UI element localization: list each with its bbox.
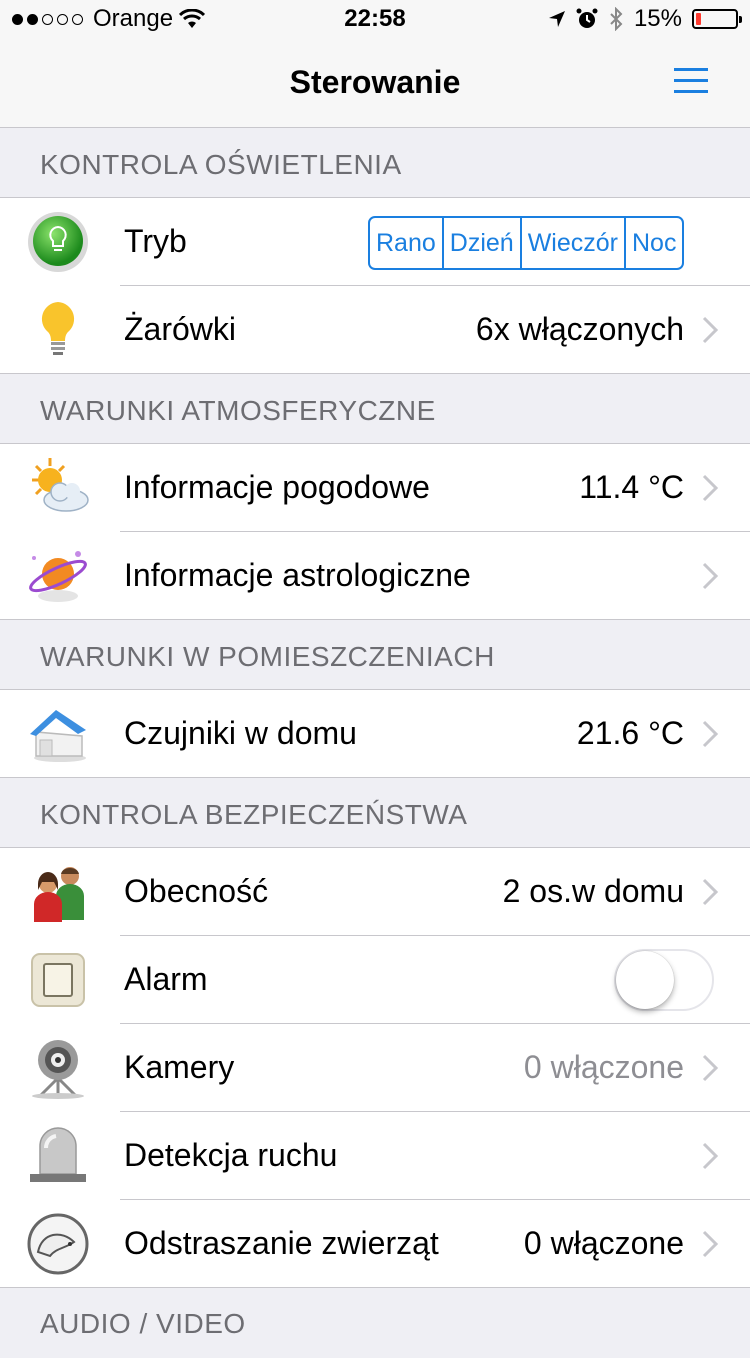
page-title: Sterowanie (289, 64, 461, 100)
row-mode: Tryb Rano Dzień Wieczór Noc (0, 198, 750, 286)
row-bulbs[interactable]: Żarówki 6x włączonych (0, 286, 750, 374)
row-label: Detekcja ruchu (124, 1137, 338, 1173)
chevron-right-icon (702, 720, 719, 748)
row-label: Informacje pogodowe (124, 469, 430, 505)
row-label: Obecność (124, 873, 269, 909)
planet-icon (29, 551, 87, 602)
row-label: Żarówki (124, 311, 237, 347)
row-value: 0 włączone (523, 1225, 684, 1261)
chevron-right-icon (702, 1054, 719, 1082)
section-title: WARUNKI W POMIESZCZENIACH (40, 641, 495, 672)
mode-option-dzien[interactable]: Dzień (441, 218, 520, 268)
house-icon (30, 710, 86, 762)
navigation-bar: Sterowanie (0, 40, 750, 128)
sun-cloud-icon (32, 458, 89, 512)
hamburger-icon (674, 68, 708, 71)
battery-percent: 15% (633, 5, 682, 32)
row-weather-info[interactable]: Informacje pogodowe 11.4 °C (0, 444, 750, 532)
chevron-right-icon (702, 562, 719, 590)
row-motion[interactable]: Detekcja ruchu (0, 1112, 750, 1200)
section-title: KONTROLA OŚWIETLENIA (40, 149, 402, 180)
section-header-security: KONTROLA BEZPIECZEŃSTWA (0, 778, 750, 848)
row-presence[interactable]: Obecność 2 os.w domu (0, 848, 750, 936)
section-header-lighting: KONTROLA OŚWIETLENIA (0, 128, 750, 198)
row-animals[interactable]: Odstraszanie zwierząt 0 włączone (0, 1200, 750, 1288)
row-label: Tryb (124, 223, 187, 259)
row-label: Odstraszanie zwierząt (124, 1225, 439, 1261)
lightbulb-yellow-icon (41, 302, 75, 355)
location-arrow-icon (548, 11, 565, 27)
row-value: 2 os.w domu (502, 873, 684, 909)
mode-option-rano[interactable]: Rano (370, 218, 442, 268)
row-value: 6x włączonych (475, 311, 684, 347)
mode-option-noc[interactable]: Noc (623, 218, 682, 268)
section-title: WARUNKI ATMOSFERYCZNE (40, 395, 436, 426)
mode-segmented-control[interactable]: Rano Dzień Wieczór Noc (368, 216, 685, 270)
status-right: 15% (548, 5, 742, 33)
toggle-knob (616, 951, 674, 1009)
wall-switch-icon (31, 953, 85, 1007)
row-value: 21.6 °C (576, 715, 684, 751)
row-cameras[interactable]: Kamery 0 włączone (0, 1024, 750, 1112)
row-label: Informacje astrologiczne (124, 557, 471, 593)
webcam-icon (32, 1040, 84, 1099)
section-title: AUDIO / VIDEO (40, 1308, 246, 1339)
bluetooth-icon (610, 7, 623, 31)
battery-icon (692, 9, 742, 29)
row-astro-info[interactable]: Informacje astrologiczne (0, 532, 750, 620)
section-title: KONTROLA BEZPIECZEŃSTWA (40, 799, 468, 830)
menu-button[interactable] (674, 68, 708, 94)
people-icon (34, 867, 84, 922)
row-value: 0 włączone (523, 1049, 684, 1085)
row-label: Czujniki w domu (124, 715, 357, 751)
row-value: 11.4 °C (579, 469, 684, 505)
chevron-right-icon (702, 878, 719, 906)
chevron-right-icon (702, 316, 719, 344)
chevron-right-icon (702, 1230, 719, 1258)
status-bar: Orange 22:58 15% (0, 0, 750, 40)
animal-repeller-icon (27, 1213, 89, 1275)
alarm-toggle[interactable] (614, 949, 714, 1011)
row-label: Alarm (124, 961, 208, 997)
section-header-weather: WARUNKI ATMOSFERYCZNE (0, 374, 750, 444)
chevron-right-icon (702, 1142, 719, 1170)
section-header-av: AUDIO / VIDEO (0, 1288, 750, 1358)
section-header-rooms: WARUNKI W POMIESZCZENIACH (0, 620, 750, 690)
mode-option-wieczor[interactable]: Wieczór (519, 218, 624, 268)
beacon-light-icon (30, 1127, 86, 1182)
lightbulb-green-icon (28, 212, 88, 272)
row-home-sensors[interactable]: Czujniki w domu 21.6 °C (0, 690, 750, 778)
row-label: Kamery (124, 1049, 235, 1085)
row-alarm: Alarm (0, 936, 750, 1024)
alarm-clock-icon (576, 8, 598, 28)
chevron-right-icon (702, 474, 719, 502)
